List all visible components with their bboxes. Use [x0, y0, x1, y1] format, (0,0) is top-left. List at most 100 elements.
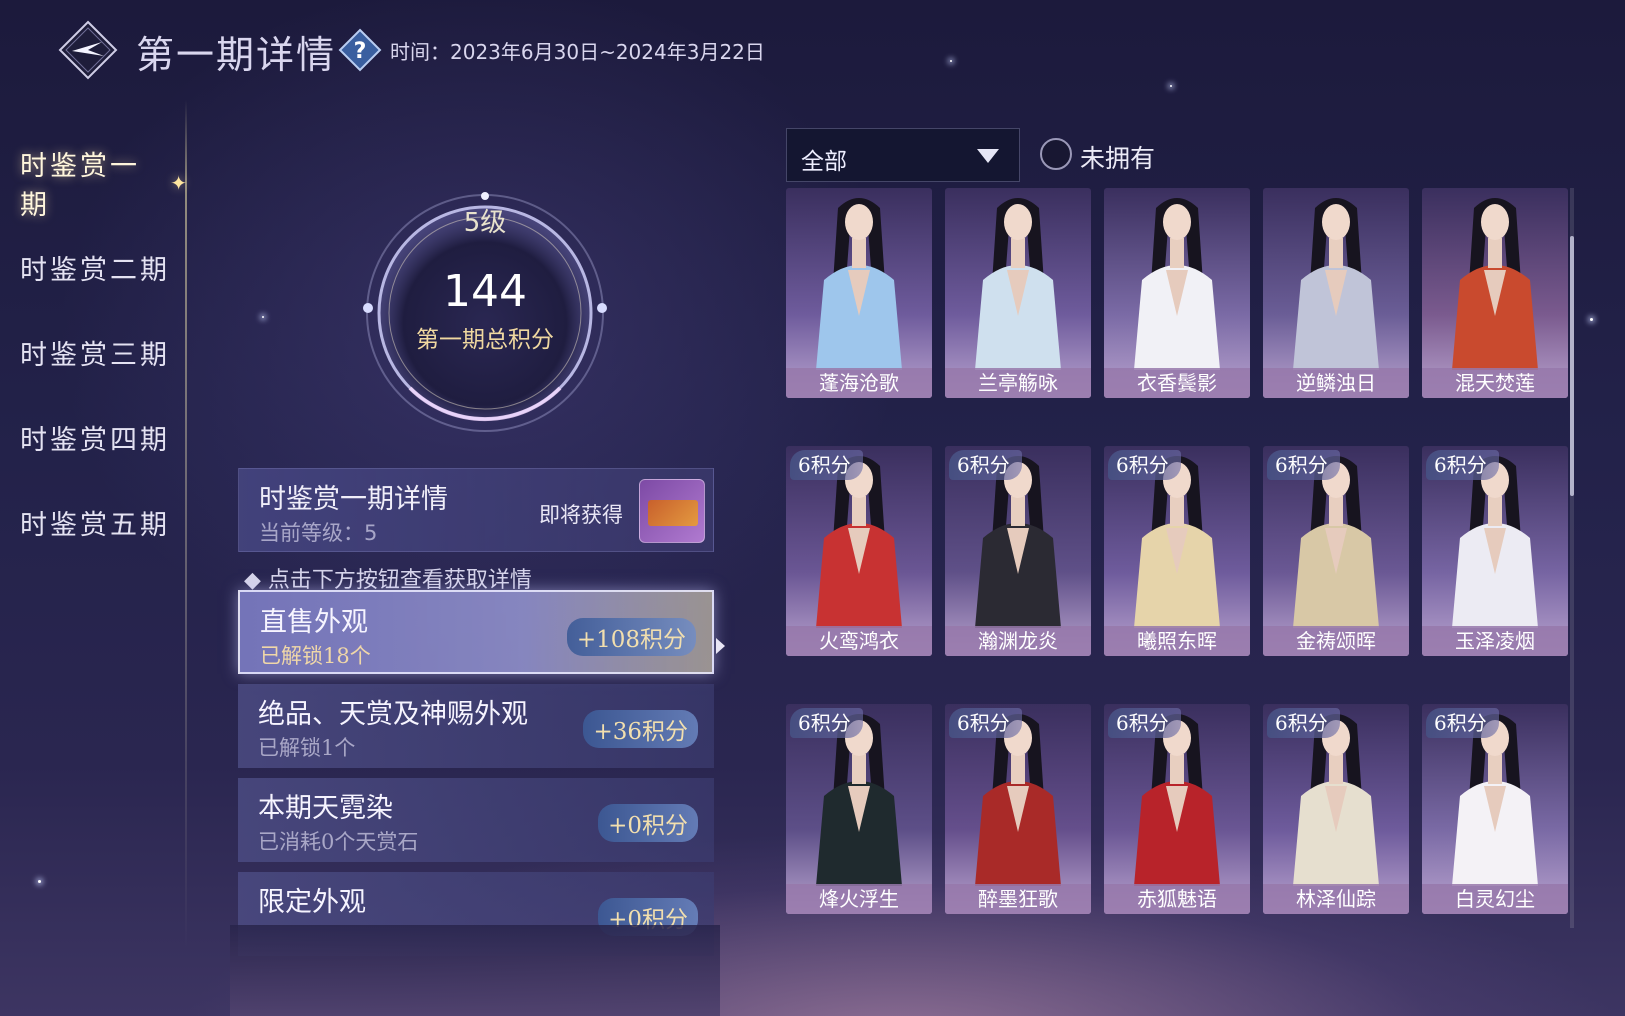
card-subtitle: 已解锁18个 [260, 644, 371, 668]
outfit-tile[interactable]: 6积分金祷颂晖 [1263, 446, 1409, 656]
grid-scrollbar[interactable] [1570, 188, 1574, 928]
card-title: 本期天霓染 [258, 793, 393, 824]
total-score-value: 144 [443, 266, 527, 317]
list-fade [230, 925, 720, 1016]
page-title: 第一期详情 [136, 33, 337, 77]
outfit-points-badge: 6积分 [1267, 450, 1340, 480]
outfit-tile[interactable]: 6积分 玉泽凌烟 [1422, 446, 1568, 656]
back-arrow-icon [58, 20, 118, 80]
outfit-tile[interactable]: 6积分林泽仙踪 [1263, 704, 1409, 914]
outfit-points-badge: 6积分 [1267, 708, 1340, 738]
outfit-tile[interactable]: 蓬海沧歌 [786, 188, 932, 398]
outfit-points-badge: 6积分 [790, 450, 863, 480]
card-title: 限定外观 [258, 887, 366, 918]
outfit-tile[interactable]: 6积分瀚渊龙炎 [945, 446, 1091, 656]
outfit-name: 瀚渊龙炎 [945, 626, 1091, 656]
outfit-tile[interactable]: 6积分白灵幻尘 [1422, 704, 1568, 914]
outfit-tile[interactable]: 6积分烽火浮生 [786, 704, 932, 914]
upcoming-reward-item[interactable] [639, 479, 705, 543]
outfit-name: 赤狐魅语 [1104, 884, 1250, 914]
card-subtitle: 已解锁1个 [258, 736, 356, 760]
score-ring: 5级 144 第一期总积分 [350, 188, 620, 448]
outfit-tile[interactable]: 逆鳞浊日 [1263, 188, 1409, 398]
outfit-tile[interactable]: 6积分火鸾鸿衣 [786, 446, 932, 656]
sidebar-item-label: 时鉴赏四期 [20, 425, 170, 456]
character-portrait-icon [1293, 198, 1379, 370]
outfit-points-badge: 6积分 [790, 708, 863, 738]
outfit-name: 混天焚莲 [1422, 368, 1568, 398]
outfit-name: 白灵幻尘 [1422, 884, 1568, 914]
outfit-tile[interactable]: 兰亭觞咏 [945, 188, 1091, 398]
outfit-tile[interactable]: 6积分赤狐魅语 [1104, 704, 1250, 914]
period-time-range: 时间：2023年6月30日~2024年3月22日 [390, 40, 765, 64]
score-source-card[interactable]: 本期天霓染已消耗0个天赏石 +0积分 [238, 778, 714, 862]
sidebar-item-label: 时鉴赏二期 [20, 255, 170, 286]
total-score-label: 第一期总积分 [416, 327, 554, 353]
upcoming-reward-label: 即将获得 [539, 503, 623, 527]
sparkle-decoration [950, 60, 952, 62]
sidebar-item-period-5[interactable]: 时鉴赏五期 [0, 480, 190, 565]
outfit-points-badge: 6积分 [1108, 708, 1181, 738]
score-source-card[interactable]: 绝品、天赏及神赐外观已解锁1个 +36积分 [238, 684, 714, 768]
card-title: 直售外观 [260, 607, 368, 638]
sidebar-item-period-4[interactable]: 时鉴赏四期 [0, 395, 190, 480]
sidebar-item-period-2[interactable]: 时鉴赏二期 [0, 225, 190, 310]
not-owned-toggle[interactable] [1040, 138, 1072, 170]
help-button[interactable]: ? [338, 28, 382, 72]
outfit-tile[interactable]: 衣香鬓影 [1104, 188, 1250, 398]
character-portrait-icon [1134, 198, 1220, 370]
outfit-name: 玉泽凌烟 [1422, 626, 1568, 656]
outfit-name: 烽火浮生 [786, 884, 932, 914]
svg-text:?: ? [354, 39, 367, 64]
sparkle-decoration [38, 880, 41, 883]
outfit-name: 兰亭觞咏 [945, 368, 1091, 398]
not-owned-label: 未拥有 [1080, 144, 1156, 173]
points-badge: +0积分 [598, 804, 698, 842]
sparkle-decoration [1590, 318, 1593, 321]
character-portrait-icon [1452, 198, 1538, 370]
outfit-name: 曦照东晖 [1104, 626, 1250, 656]
active-sparkle-icon: ✦ [170, 170, 190, 195]
outfit-name: 醉墨狂歌 [945, 884, 1091, 914]
scrollbar-thumb[interactable] [1570, 236, 1574, 496]
character-portrait-icon [975, 198, 1061, 370]
outfit-name: 林泽仙踪 [1263, 884, 1409, 914]
period-detail-panel: 时鉴赏一期详情 当前等级：5 即将获得 [238, 468, 714, 552]
card-title: 绝品、天赏及神赐外观 [258, 699, 528, 730]
filter-selected-value: 全部 [801, 149, 847, 175]
outfit-name: 逆鳞浊日 [1263, 368, 1409, 398]
score-level: 5级 [463, 208, 507, 238]
character-portrait-icon [816, 198, 902, 370]
card-subtitle: 已消耗0个天赏石 [258, 830, 419, 854]
outfit-tile[interactable]: 6积分醉墨狂歌 [945, 704, 1091, 914]
sparkle-decoration [262, 316, 264, 318]
points-badge: +36积分 [583, 710, 698, 748]
detail-title: 时鉴赏一期详情 [259, 484, 448, 515]
outfit-name: 衣香鬓影 [1104, 368, 1250, 398]
outfit-points-badge: 6积分 [949, 708, 1022, 738]
outfit-tile[interactable]: 6积分曦照东晖 [1104, 446, 1250, 656]
outfit-tile[interactable]: 混天焚莲 [1422, 188, 1568, 398]
outfit-points-badge: 6积分 [949, 450, 1022, 480]
sidebar-item-label: 时鉴赏三期 [20, 340, 170, 371]
chevron-down-icon [977, 149, 999, 163]
period-sidebar: 时鉴赏一期 ✦ 时鉴赏二期时鉴赏三期时鉴赏四期时鉴赏五期 [0, 140, 190, 565]
outfit-name: 火鸾鸿衣 [786, 626, 932, 656]
ticket-icon [648, 500, 698, 526]
selected-card-arrow-icon [716, 638, 725, 654]
question-icon: ? [338, 28, 382, 72]
back-button[interactable] [58, 20, 118, 80]
points-badge: +108积分 [566, 618, 696, 656]
outfit-points-badge: 6积分 [1426, 708, 1499, 738]
score-source-card[interactable]: 直售外观已解锁18个 +108积分 [238, 590, 714, 674]
outfit-name: 蓬海沧歌 [786, 368, 932, 398]
category-filter-dropdown[interactable]: 全部 [786, 128, 1020, 182]
current-level: 当前等级：5 [259, 521, 378, 545]
sidebar-item-label: 时鉴赏一期 [20, 150, 140, 221]
outfit-points-badge: 6积分 [1108, 450, 1181, 480]
sidebar-item-period-3[interactable]: 时鉴赏三期 [0, 310, 190, 395]
outfit-grid: 蓬海沧歌 兰亭觞咏 衣香鬓影 逆鳞浊日 混天焚莲 6积分 火鸾鸿衣 6积分 瀚渊龙炎 6积分 曦照东… [786, 188, 1572, 928]
sidebar-item-period-1[interactable]: 时鉴赏一期 ✦ [0, 140, 190, 225]
sparkle-decoration [1170, 85, 1172, 87]
outfit-name: 金祷颂晖 [1263, 626, 1409, 656]
